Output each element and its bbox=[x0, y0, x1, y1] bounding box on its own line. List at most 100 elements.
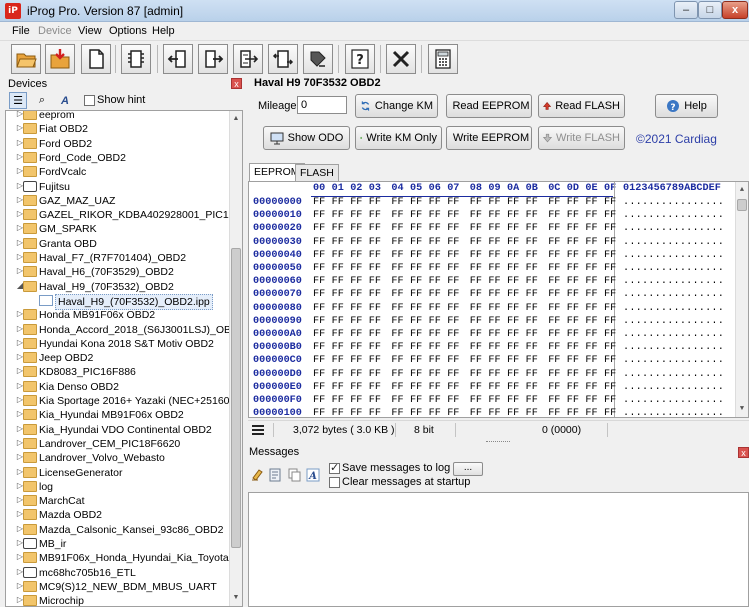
hex-byte[interactable]: FF bbox=[567, 303, 579, 314]
hex-byte[interactable]: FF bbox=[447, 355, 459, 366]
hex-byte[interactable]: FF bbox=[332, 289, 344, 300]
hex-byte[interactable]: FF bbox=[410, 250, 422, 261]
hex-byte[interactable]: FF bbox=[470, 276, 482, 287]
hex-byte[interactable]: FF bbox=[567, 197, 579, 208]
tree-folder-item[interactable]: ▷ Kia_Hyundai MB91F06x OBD2 bbox=[6, 408, 230, 422]
hex-row[interactable]: 00000100 FF FF FF FF FF FF FF FF FF FF FF FF FF FF FF FF… bbox=[249, 408, 737, 417]
tree-folder-item[interactable]: ▷ Jeep OBD2 bbox=[6, 351, 230, 365]
hex-byte[interactable]: FF bbox=[410, 355, 422, 366]
hex-byte[interactable]: FF bbox=[332, 382, 344, 393]
hex-byte[interactable]: FF bbox=[429, 250, 441, 261]
hex-byte[interactable]: FF bbox=[488, 223, 500, 234]
hex-row[interactable]: 000000D0 FF FF FF FF FF FF FF FF FF FF FF FF FF FF FF FF… bbox=[249, 369, 737, 382]
hex-byte[interactable]: FF bbox=[369, 210, 381, 221]
tree-folder-item[interactable]: ◢ Haval_H9_(70F3532)_OBD2 bbox=[6, 280, 230, 294]
tree-folder-item[interactable]: ▷ KD8083_PIC16F886 bbox=[6, 365, 230, 379]
hex-row[interactable]: 000000C0 FF FF FF FF FF FF FF FF FF FF FF FF FF FF FF FF… bbox=[249, 355, 737, 368]
hex-byte[interactable]: FF bbox=[507, 355, 519, 366]
hex-byte[interactable]: FF bbox=[488, 369, 500, 380]
scroll-down-icon[interactable]: ▼ bbox=[736, 403, 748, 415]
hex-byte[interactable]: FF bbox=[391, 210, 403, 221]
hex-byte[interactable]: FF bbox=[313, 395, 325, 406]
hex-byte[interactable]: FF bbox=[470, 369, 482, 380]
hex-byte[interactable]: FF bbox=[410, 329, 422, 340]
hex-byte[interactable]: FF bbox=[429, 369, 441, 380]
hex-byte[interactable]: FF bbox=[313, 382, 325, 393]
write-icon[interactable] bbox=[198, 44, 228, 74]
tree-folder-item[interactable]: ▷ Granta OBD bbox=[6, 237, 230, 251]
hex-byte[interactable]: FF bbox=[332, 303, 344, 314]
hex-byte[interactable]: FF bbox=[548, 197, 560, 208]
hex-byte[interactable]: FF bbox=[507, 237, 519, 248]
hex-byte[interactable]: FF bbox=[470, 289, 482, 300]
hex-byte[interactable]: FF bbox=[429, 276, 441, 287]
hex-byte[interactable]: FF bbox=[488, 197, 500, 208]
help-button[interactable]: ? Help bbox=[655, 94, 718, 118]
hex-byte[interactable]: FF bbox=[548, 355, 560, 366]
hex-byte[interactable]: FF bbox=[567, 382, 579, 393]
hex-byte[interactable]: FF bbox=[447, 369, 459, 380]
hex-byte[interactable]: FF bbox=[350, 369, 362, 380]
hex-byte[interactable]: FF bbox=[391, 289, 403, 300]
hex-byte[interactable]: FF bbox=[548, 237, 560, 248]
hex-byte[interactable]: FF bbox=[585, 369, 597, 380]
tree-folder-item[interactable]: ▷ Hyundai Kona 2018 S&T Motiv OBD2 bbox=[6, 337, 230, 351]
tree-folder-item[interactable]: ▷ log bbox=[6, 480, 230, 494]
hex-byte[interactable]: FF bbox=[369, 369, 381, 380]
hex-byte[interactable]: FF bbox=[567, 289, 579, 300]
hex-byte[interactable]: FF bbox=[548, 342, 560, 353]
hex-byte[interactable]: FF bbox=[507, 197, 519, 208]
hex-byte[interactable]: FF bbox=[470, 197, 482, 208]
menu-view[interactable]: View bbox=[78, 25, 102, 37]
hex-byte[interactable]: FF bbox=[410, 289, 422, 300]
tree-folder-item[interactable]: ▷ Mazda_Calsonic_Kansei_93c86_OBD2 bbox=[6, 523, 230, 537]
tree-folder-item[interactable]: ▷ Kia Sportage 2016+ Yazaki (NEC+25160) bbox=[6, 394, 233, 408]
tree-folder-item[interactable]: ▷ Landrover_CEM_PIC18F6620 bbox=[6, 437, 230, 451]
erase-icon[interactable] bbox=[303, 44, 333, 74]
hex-byte[interactable]: FF bbox=[332, 250, 344, 261]
tree-folder-item[interactable]: ▷ FordVcalc bbox=[6, 165, 230, 179]
hex-byte[interactable]: FF bbox=[332, 355, 344, 366]
hex-byte[interactable]: FF bbox=[526, 355, 538, 366]
tree-folder-item[interactable]: ▷ Honda MB91F06x OBD2 bbox=[6, 308, 230, 322]
hex-byte[interactable]: FF bbox=[369, 263, 381, 274]
show-odo-button[interactable]: Show ODO bbox=[263, 126, 350, 150]
hex-byte[interactable]: FF bbox=[350, 382, 362, 393]
scroll-up-icon[interactable]: ▲ bbox=[230, 113, 242, 125]
hex-byte[interactable]: FF bbox=[585, 276, 597, 287]
hex-byte[interactable]: FF bbox=[604, 303, 616, 314]
hex-byte[interactable]: FF bbox=[526, 237, 538, 248]
hex-byte[interactable]: FF bbox=[604, 408, 616, 417]
hex-byte[interactable]: FF bbox=[350, 316, 362, 327]
hex-byte[interactable]: FF bbox=[585, 197, 597, 208]
hex-byte[interactable]: FF bbox=[391, 329, 403, 340]
hex-byte[interactable]: FF bbox=[369, 329, 381, 340]
hex-byte[interactable]: FF bbox=[313, 342, 325, 353]
verify-icon[interactable] bbox=[233, 44, 263, 74]
hex-byte[interactable]: FF bbox=[391, 316, 403, 327]
hex-byte[interactable]: FF bbox=[585, 382, 597, 393]
clear-messages-icon[interactable] bbox=[251, 468, 265, 482]
scroll-thumb[interactable] bbox=[737, 199, 747, 211]
hex-byte[interactable]: FF bbox=[391, 197, 403, 208]
hex-byte[interactable]: FF bbox=[313, 197, 325, 208]
hex-byte[interactable]: FF bbox=[470, 355, 482, 366]
hex-row[interactable]: 00000030 FF FF FF FF FF FF FF FF FF FF FF FF FF FF FF FF… bbox=[249, 237, 737, 250]
hex-byte[interactable]: FF bbox=[604, 237, 616, 248]
hex-byte[interactable]: FF bbox=[332, 316, 344, 327]
hex-byte[interactable]: FF bbox=[567, 237, 579, 248]
hex-byte[interactable]: FF bbox=[548, 369, 560, 380]
hex-byte[interactable]: FF bbox=[567, 263, 579, 274]
minimize-button[interactable]: – bbox=[674, 1, 698, 19]
hex-byte[interactable]: FF bbox=[604, 329, 616, 340]
hex-byte[interactable]: FF bbox=[410, 210, 422, 221]
hex-byte[interactable]: FF bbox=[410, 237, 422, 248]
tree-folder-item[interactable]: ▷ Landrover_Volvo_Webasto bbox=[6, 451, 230, 465]
hex-byte[interactable]: FF bbox=[410, 342, 422, 353]
hex-byte[interactable]: FF bbox=[429, 342, 441, 353]
hex-byte[interactable]: FF bbox=[350, 408, 362, 417]
hex-row[interactable]: 000000F0 FF FF FF FF FF FF FF FF FF FF FF FF FF FF FF FF… bbox=[249, 395, 737, 408]
hex-byte[interactable]: FF bbox=[410, 197, 422, 208]
hex-byte[interactable]: FF bbox=[526, 210, 538, 221]
hex-byte[interactable]: FF bbox=[332, 263, 344, 274]
